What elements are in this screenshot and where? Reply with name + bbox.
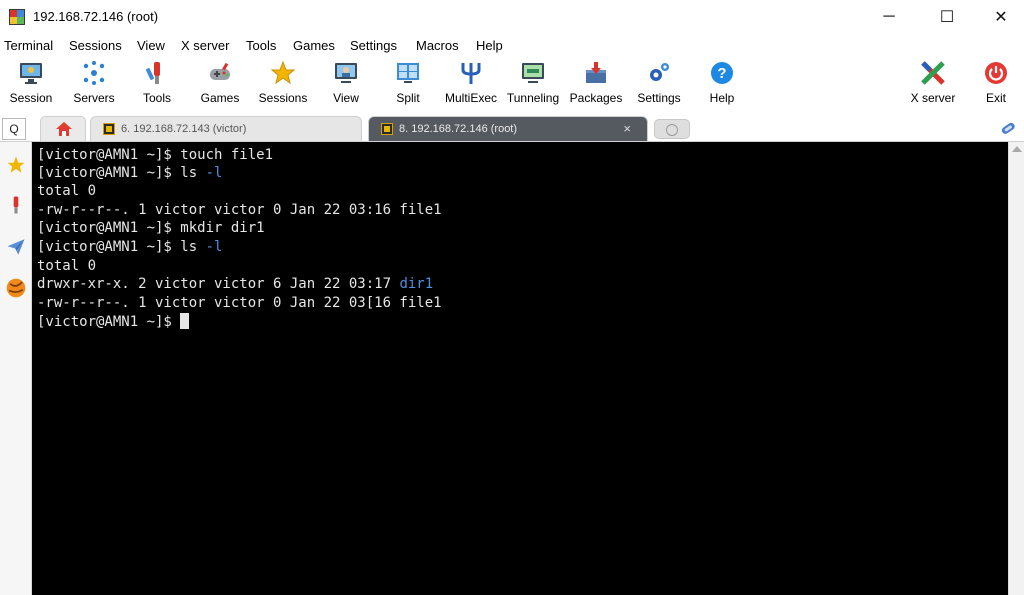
monitor-session-icon <box>20 63 42 84</box>
toolbar: Session Servers Tools Games Sessions Vie… <box>0 56 1024 114</box>
terminal-line: -rw-r--r--. 1 victor victor 0 Jan 22 03:… <box>37 202 442 218</box>
svg-text:?: ? <box>717 65 726 82</box>
terminal-line: drwxr-xr-x. 2 victor victor 6 Jan 22 03:… <box>37 276 434 292</box>
close-tab-icon[interactable]: × <box>623 121 631 136</box>
terminal-line: [victor@AMN1 ~]$ ls -l <box>37 239 223 255</box>
menu-terminal[interactable]: Terminal <box>4 38 53 53</box>
quick-connect-search[interactable]: Q <box>2 118 26 140</box>
mobaxterm-app-icon <box>9 9 25 25</box>
terminal-cursor <box>180 313 190 329</box>
menu-view[interactable]: View <box>137 38 165 53</box>
tab-label: 8. 192.168.72.146 (root) <box>399 123 518 135</box>
home-icon <box>56 122 72 136</box>
sidebar-sftp-button[interactable] <box>4 275 28 301</box>
menu-tools[interactable]: Tools <box>246 38 276 53</box>
terminal-tab-icon <box>381 123 393 135</box>
star-icon <box>270 60 296 85</box>
home-tab[interactable] <box>40 116 86 141</box>
option-highlight: -l <box>205 165 223 181</box>
menu-x-server[interactable]: X server <box>181 38 229 53</box>
terminal-line: [victor@AMN1 ~]$ touch file1 <box>37 147 274 163</box>
minimize-button[interactable]: ─ <box>866 0 912 34</box>
option-highlight: -l <box>205 239 223 255</box>
menu-bar: Terminal Sessions View X server Tools Ga… <box>0 36 1024 56</box>
menu-sessions[interactable]: Sessions <box>69 38 122 53</box>
new-tab-button[interactable] <box>654 119 690 139</box>
terminal-line: total 0 <box>37 183 97 199</box>
paperclip-icon[interactable] <box>998 118 1018 138</box>
close-button[interactable]: ✕ <box>978 0 1024 34</box>
directory-name: dir1 <box>399 276 434 292</box>
power-icon <box>985 62 1007 84</box>
menu-macros[interactable]: Macros <box>416 38 459 53</box>
x-server-icon <box>921 61 945 85</box>
paper-plane-icon <box>7 239 25 255</box>
tab-root-session[interactable]: 8. 192.168.72.146 (root) × <box>368 116 648 141</box>
left-sidebar <box>0 142 32 595</box>
servers-icon <box>83 61 105 85</box>
toolbar-exit-button[interactable]: Exit <box>963 56 1024 112</box>
terminal-line: total 0 <box>37 258 97 274</box>
scroll-up-arrow-icon[interactable] <box>1012 146 1022 152</box>
menu-games[interactable]: Games <box>293 38 335 53</box>
toolbar-label: Exit <box>985 91 1006 105</box>
sidebar-sessions-button[interactable] <box>4 152 28 178</box>
sidebar-tools-button[interactable] <box>4 192 28 218</box>
terminal-prompt-line: [victor@AMN1 ~]$ <box>37 313 190 331</box>
title-bar: 192.168.72.146 (root) ─ ☐ ✕ <box>0 0 1024 34</box>
help-icon: ? <box>711 62 733 84</box>
terminal-tab-icon <box>103 123 115 135</box>
terminal-line: [victor@AMN1 ~]$ ls -l <box>37 165 223 181</box>
tab-label: 6. 192.168.72.143 (victor) <box>121 123 247 135</box>
terminal-output[interactable]: [victor@AMN1 ~]$ touch file1 [victor@AMN… <box>32 142 1008 595</box>
star-icon <box>7 156 25 173</box>
terminal-scrollbar[interactable] <box>1008 142 1024 595</box>
tab-victor-session[interactable]: 6. 192.168.72.143 (victor) <box>90 116 362 141</box>
tools-icon <box>145 62 160 84</box>
menu-help[interactable]: Help <box>476 38 503 53</box>
tunneling-icon <box>522 63 544 83</box>
toolbar-label: Help <box>709 91 735 105</box>
sidebar-macros-button[interactable] <box>4 234 28 260</box>
maximize-button[interactable]: ☐ <box>924 0 970 34</box>
packages-icon <box>586 62 606 83</box>
window-title: 192.168.72.146 (root) <box>33 9 159 24</box>
settings-icon <box>650 63 669 81</box>
view-icon <box>335 63 357 83</box>
split-icon <box>397 63 419 83</box>
multiexec-icon <box>461 63 481 84</box>
globe-icon <box>6 278 26 298</box>
gamepad-icon <box>210 62 230 80</box>
terminal-line: [victor@AMN1 ~]$ mkdir dir1 <box>37 220 265 236</box>
tab-bar: Q 6. 192.168.72.143 (victor) 8. 192.168.… <box>0 114 1024 142</box>
terminal-line: -rw-r--r--. 1 victor victor 0 Jan 22 03[… <box>37 295 442 311</box>
menu-settings[interactable]: Settings <box>350 38 397 53</box>
tools-icon <box>13 196 19 214</box>
toolbar-help-button[interactable]: ? Help <box>689 56 755 112</box>
